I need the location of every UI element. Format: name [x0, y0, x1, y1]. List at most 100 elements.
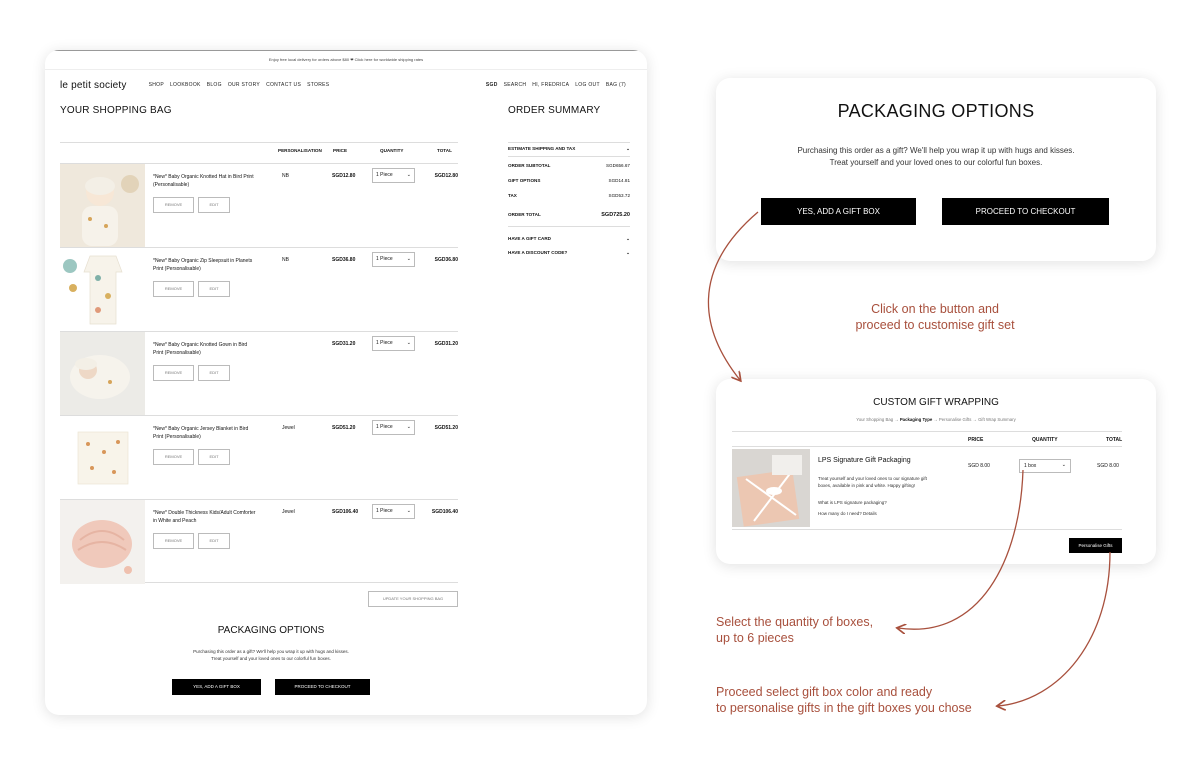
nav-search[interactable]: SEARCH — [504, 82, 527, 88]
price-value: SGD36.80 — [332, 257, 356, 263]
product-name[interactable]: *New* Baby Organic Jersey Blanket in Bir… — [153, 425, 258, 441]
col-quantity: QUANTITY — [380, 148, 404, 153]
gift-info-link[interactable]: What is LPS signature packaging? — [818, 500, 887, 505]
price-value: SGD51.20 — [332, 425, 356, 431]
shopping-bag-page: Enjoy free local delivery for orders abo… — [45, 50, 647, 715]
annotation-click-button: Click on the button and proceed to custo… — [848, 301, 1022, 333]
brand-logo[interactable]: le petit society — [60, 80, 127, 91]
add-gift-box-button[interactable]: YES, ADD A GIFT BOX — [172, 679, 261, 695]
nav-contact-us[interactable]: CONTACT US — [266, 82, 301, 88]
proceed-checkout-button[interactable]: PROCEED TO CHECKOUT — [275, 679, 370, 695]
nav-account[interactable]: HI, FREDRICA — [532, 82, 569, 88]
col-total: TOTAL — [437, 148, 452, 153]
price-value: SGD31.20 — [332, 341, 356, 347]
packaging-options-card: PACKAGING OPTIONS Purchasing this order … — [716, 78, 1156, 261]
estimate-shipping-toggle[interactable]: ESTIMATE SHIPPING AND TAX ⌄ — [508, 146, 630, 152]
gift-steps: Your Shopping Bag → Packaging Type → Per… — [716, 417, 1156, 422]
nav-our-story[interactable]: OUR STORY — [228, 82, 260, 88]
edit-button[interactable]: EDIT — [198, 365, 230, 381]
quantity-select[interactable]: 1 Piece ⌄ — [372, 504, 415, 519]
product-image[interactable] — [60, 248, 145, 332]
remove-button[interactable]: REMOVE — [153, 533, 194, 549]
gift-quantity-link[interactable]: How many do I need? Details — [818, 511, 877, 516]
chevron-down-icon: ⌄ — [406, 340, 411, 346]
product-name[interactable]: *New* Double Thickness Kids/Adult Comfor… — [153, 509, 258, 525]
gift-total: SGD 8.00 — [1097, 463, 1119, 469]
nav-shop[interactable]: SHOP — [149, 82, 164, 88]
price-value: SGD106.40 — [332, 509, 359, 515]
summary-tax: TAX SGD53.72 — [508, 193, 630, 198]
edit-button[interactable]: EDIT — [198, 449, 230, 465]
row-divider — [732, 529, 1122, 530]
personalisation-value: Jewel — [282, 509, 295, 515]
quantity-value: 1 Piece — [376, 424, 393, 430]
col-price: PRICE — [333, 148, 348, 153]
promo-bar[interactable]: Enjoy free local delivery for orders abo… — [45, 50, 647, 70]
edit-button[interactable]: EDIT — [198, 533, 230, 549]
custom-gift-wrapping-card: CUSTOM GIFT WRAPPING Your Shopping Bag →… — [716, 379, 1156, 564]
col-quantity: QUANTITY — [1032, 437, 1058, 443]
quantity-select[interactable]: 1 Piece ⌄ — [372, 420, 415, 435]
packaging-text-line: Treat yourself and your loved ones to ou… — [211, 655, 331, 661]
product-name[interactable]: *New* Baby Organic Knotted Hat in Bird P… — [153, 173, 258, 189]
table-row: *New* Baby Organic Zip Sleepsuit in Plan… — [60, 247, 458, 332]
edit-button[interactable]: EDIT — [198, 197, 230, 213]
remove-button[interactable]: REMOVE — [153, 449, 194, 465]
tax-label: TAX — [508, 193, 517, 198]
product-image[interactable] — [60, 500, 145, 584]
chevron-down-icon: ⌄ — [1061, 462, 1066, 468]
product-name[interactable]: *New* Baby Organic Zip Sleepsuit in Plan… — [153, 257, 258, 273]
step-3[interactable]: Personalise Gifts — [939, 417, 971, 422]
step-2[interactable]: Packaging Type — [900, 417, 932, 422]
total-value: SGD51.20 — [434, 425, 458, 431]
product-image[interactable] — [60, 164, 145, 248]
personalisation-value: NB — [282, 173, 289, 179]
remove-button[interactable]: REMOVE — [153, 197, 194, 213]
step-1[interactable]: Your Shopping Bag — [856, 417, 893, 422]
nav-blog[interactable]: BLOG — [207, 82, 222, 88]
summary-total: ORDER TOTAL SGD725.20 — [508, 212, 630, 218]
summary-gift: GIFT OPTIONS SGD14.81 — [508, 178, 630, 183]
packaging-title: PACKAGING OPTIONS — [217, 625, 325, 636]
nav-bag[interactable]: BAG (7) — [606, 82, 626, 88]
table-header-divider — [60, 142, 458, 143]
annotation-personalise: Proceed select gift box color and ready … — [716, 684, 1006, 716]
quantity-select[interactable]: 1 Piece ⌄ — [372, 336, 415, 351]
nav-stores[interactable]: STORES — [307, 82, 329, 88]
gift-card-title: CUSTOM GIFT WRAPPING — [873, 397, 999, 408]
gift-value: SGD14.81 — [608, 178, 630, 183]
total-label: ORDER TOTAL — [508, 212, 541, 217]
quantity-select[interactable]: 1 Piece ⌄ — [372, 168, 415, 183]
chevron-down-icon: ⌄ — [406, 172, 411, 178]
personalise-gifts-button[interactable]: Personalise Gifts — [1069, 538, 1122, 553]
quantity-value: 1 Piece — [376, 340, 393, 346]
add-gift-box-button[interactable]: YES, ADD A GIFT BOX — [761, 198, 916, 225]
gift-label: GIFT OPTIONS — [508, 178, 541, 183]
nav-logout[interactable]: LOG OUT — [575, 82, 600, 88]
summary-title: ORDER SUMMARY — [508, 105, 601, 116]
update-bag-button[interactable]: UPDATE YOUR SHOPPING BAG — [368, 591, 458, 607]
product-image[interactable] — [60, 332, 145, 416]
proceed-checkout-button[interactable]: PROCEED TO CHECKOUT — [942, 198, 1109, 225]
quantity-value: 1 Piece — [376, 508, 393, 514]
table-row: *New* Baby Organic Knotted Gown in Bird … — [60, 331, 458, 416]
gift-card-toggle[interactable]: HAVE A GIFT CARD ⌄ — [508, 236, 630, 242]
remove-button[interactable]: REMOVE — [153, 281, 194, 297]
currency-selector[interactable]: SGD — [486, 82, 498, 88]
nav-lookbook[interactable]: LOOKBOOK — [170, 82, 201, 88]
step-4[interactable]: Gift Wrap Summary — [978, 417, 1016, 422]
table-row: *New* Baby Organic Knotted Hat in Bird P… — [60, 163, 458, 248]
gift-quantity-select[interactable]: 1 box ⌄ — [1019, 459, 1071, 473]
edit-button[interactable]: EDIT — [198, 281, 230, 297]
quantity-value: 1 Piece — [376, 256, 393, 262]
col-personalisation: PERSONALISATION — [278, 148, 322, 153]
total-value: SGD12.80 — [434, 173, 458, 179]
annotation-line: Click on the button and — [871, 302, 999, 316]
remove-button[interactable]: REMOVE — [153, 365, 194, 381]
discount-toggle[interactable]: HAVE A DISCOUNT CODE? ⌄ — [508, 250, 630, 256]
chevron-down-icon: ⌄ — [406, 256, 411, 262]
product-image[interactable] — [60, 416, 145, 500]
gift-packaging-image[interactable] — [732, 449, 810, 527]
quantity-select[interactable]: 1 Piece ⌄ — [372, 252, 415, 267]
product-name[interactable]: *New* Baby Organic Knotted Gown in Bird … — [153, 341, 258, 357]
